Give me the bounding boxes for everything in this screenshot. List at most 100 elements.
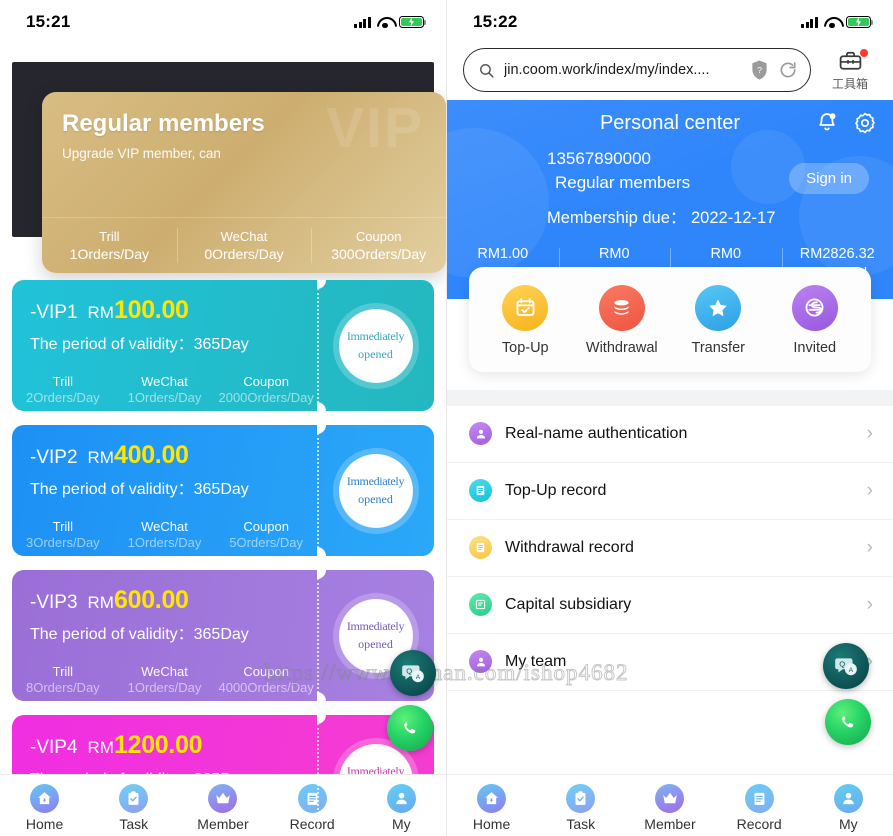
hero-perk-name: Coupon (355, 229, 402, 244)
ticket-perk-value: 8Orders/Day (25, 680, 100, 695)
ticket-perk: WeChat 1Orders/Day (114, 374, 216, 405)
notebook-icon (744, 783, 774, 813)
ticket-perk-value: 1Orders/Day (127, 680, 202, 695)
tab-home[interactable]: Home (455, 783, 529, 832)
gear-icon[interactable] (853, 111, 877, 135)
svg-text:A: A (416, 674, 421, 681)
ticket-amount: 600.00 (113, 586, 189, 614)
qa-chat-icon[interactable]: A Q (823, 643, 869, 689)
tab-label: My (839, 815, 858, 832)
ticket-action-area[interactable]: Immediately opened (317, 425, 434, 556)
tab-member[interactable]: Member (186, 783, 260, 832)
menu-item-top-up-record[interactable]: Top-Up record › (447, 463, 893, 520)
menu-item-real-name-authentication[interactable]: Real-name authentication › (447, 406, 893, 463)
hero-perk-value: 300Orders/Day (331, 246, 427, 262)
chevron-right-icon: › (866, 423, 873, 445)
vip-ticket-list: -VIP1 RM 100.00 The period of validity：3… (0, 274, 446, 836)
stat-value: RM0 (710, 246, 742, 263)
home-icon (477, 783, 507, 813)
vip-ticket-row[interactable]: -VIP1 RM 100.00 The period of validity：3… (12, 280, 434, 411)
ticket-perk-name: WeChat (141, 374, 188, 389)
quick-actions-wrap: Top-Up Withdrawal Transfer Invited (447, 266, 893, 372)
membership-due-label: Membership due： (547, 209, 687, 227)
status-bar-right: 15:22 (447, 0, 893, 44)
qa-chat-icon[interactable]: A Q (390, 650, 436, 696)
chevron-right-icon: › (866, 537, 873, 559)
tab-label: Record (736, 815, 782, 832)
tab-my[interactable]: My (364, 783, 438, 832)
browser-toolbar: jin.coom.work/index/my/index.... ? 工具箱 (447, 44, 893, 100)
reload-icon[interactable] (778, 60, 798, 80)
ticket-action-area[interactable]: Immediately opened (317, 280, 434, 411)
ticket-notch-top (317, 715, 326, 724)
open-now-button[interactable]: Immediately opened (338, 308, 413, 383)
action-label: Withdrawal (585, 339, 658, 356)
ticket-perk-name: WeChat (141, 664, 188, 679)
svg-text:Q: Q (839, 659, 845, 668)
bottom-tabbar-left: Home Task Member Record My (0, 774, 446, 836)
ticket-perk-value: 1Orders/Day (127, 390, 202, 405)
ticket-perks-row: Trill 8Orders/Day WeChat 1Orders/Day Cou… (12, 664, 317, 695)
tab-label: Home (25, 815, 64, 832)
open-now-button[interactable]: Immediately opened (338, 453, 413, 528)
tab-task[interactable]: Task (97, 783, 171, 832)
cellular-bars-icon (801, 16, 818, 28)
tab-label: My (392, 815, 411, 832)
clipboard-check-icon (119, 783, 149, 813)
whatsapp-icon[interactable] (825, 699, 871, 745)
menu-label: Real-name authentication (505, 424, 688, 442)
menu-item-withdrawal-record[interactable]: Withdrawal record › (447, 520, 893, 577)
open-now-line1: Immediately (346, 619, 405, 634)
tab-label: Member (644, 815, 696, 832)
tab-task[interactable]: Task (544, 783, 618, 832)
status-indicators (801, 15, 874, 29)
ticket-perforation (317, 433, 319, 548)
person-circle-icon (469, 650, 492, 674)
ticket-perk: Trill 3Orders/Day (12, 519, 114, 550)
whatsapp-icon[interactable] (387, 705, 433, 751)
action-withdrawal[interactable]: Withdrawal (574, 284, 671, 356)
ticket-perk-name: Coupon (243, 519, 289, 534)
bell-icon[interactable] (815, 111, 839, 135)
vip-ticket-row[interactable]: -VIP2 RM 400.00 The period of validity：3… (12, 425, 434, 556)
clipboard-check-icon (566, 783, 596, 813)
wifi-icon (824, 16, 840, 29)
hero-perk-name: Trill (99, 229, 120, 244)
ticket-validity: The period of validity：365Day (30, 336, 249, 353)
menu-item-capital-subsidiary[interactable]: Capital subsidiary › (447, 577, 893, 634)
address-bar[interactable]: jin.coom.work/index/my/index.... ? (463, 48, 811, 92)
ticket-perk-value: 3Orders/Day (25, 535, 100, 550)
svg-text:?: ? (757, 65, 762, 75)
ticket-perk-name: Coupon (243, 374, 289, 389)
ticket-notch-top (317, 570, 326, 579)
ticket-perk-name: Trill (52, 664, 74, 679)
hero-title: Regular members (62, 110, 265, 137)
ticket-perk-name: WeChat (141, 519, 188, 534)
tab-my[interactable]: My (811, 783, 885, 832)
calendar-check-icon (502, 284, 549, 331)
ticket-perk-value: 1Orders/Day (127, 535, 202, 550)
vip-watermark-text: VIP (326, 96, 424, 160)
tab-record[interactable]: Record (275, 783, 349, 832)
tab-record[interactable]: Record (722, 783, 796, 832)
notebook-icon (297, 783, 327, 813)
action-label: Top-Up (501, 339, 549, 356)
quick-actions-card: Top-Up Withdrawal Transfer Invited (469, 266, 871, 372)
action-invited[interactable]: Invited (767, 284, 864, 356)
menu-label: Withdrawal record (505, 538, 634, 556)
menu-label: Top-Up record (505, 481, 607, 499)
hero-perk-name: WeChat (220, 229, 268, 244)
tab-home[interactable]: Home (8, 783, 82, 832)
vip-ticket-row[interactable]: -VIP3 RM 600.00 The period of validity：3… (12, 570, 434, 701)
sign-in-button[interactable]: Sign in (789, 163, 869, 194)
ticket-price-row: -VIP2 RM 400.00 (30, 441, 317, 470)
ticket-currency: RM (87, 593, 114, 612)
url-text[interactable]: jin.coom.work/index/my/index.... (504, 62, 741, 78)
action-top-up[interactable]: Top-Up (477, 284, 574, 356)
action-transfer[interactable]: Transfer (670, 284, 767, 356)
crown-icon (655, 783, 685, 813)
regular-member-card[interactable]: VIP Regular members Upgrade VIP member, … (42, 92, 446, 273)
shield-question-icon[interactable]: ? (750, 59, 769, 81)
tab-member[interactable]: Member (633, 783, 707, 832)
toolbox-button[interactable]: 工具箱 (821, 48, 879, 92)
